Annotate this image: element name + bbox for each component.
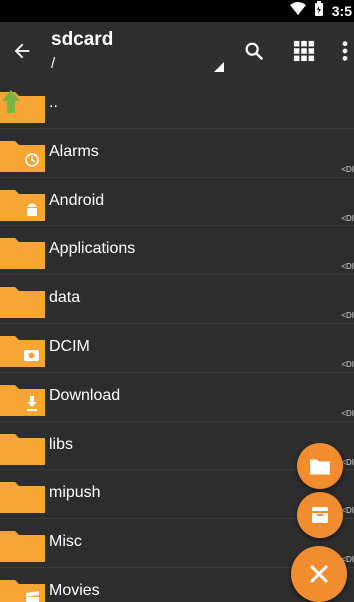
folder-title: sdcard — [51, 29, 114, 50]
back-button[interactable] — [8, 37, 36, 65]
status-bar: 3:5 — [0, 0, 354, 22]
list-item-label: Download — [49, 386, 121, 404]
new-folder-button[interactable] — [297, 443, 343, 489]
list-item[interactable]: Alarms <DI — [0, 129, 354, 178]
parent-folder-icon — [0, 90, 45, 123]
status-icons: 3:5 — [289, 0, 354, 22]
folder-icon — [0, 433, 45, 465]
folder-icon — [0, 238, 45, 270]
list-item-label: Applications — [49, 240, 136, 258]
new-archive-button[interactable] — [297, 492, 343, 538]
movie-folder-icon — [0, 579, 45, 602]
list-item-label: Alarms — [49, 142, 99, 160]
item-type-label: <DI — [341, 213, 354, 223]
path-dropdown[interactable]: / — [51, 55, 55, 72]
list-item-label: .. — [49, 94, 58, 111]
new-archive-icon — [312, 507, 328, 523]
folder-icon — [0, 482, 45, 514]
download-folder-icon — [0, 384, 45, 416]
list-item-label: Misc — [49, 533, 82, 551]
close-menu-button[interactable] — [291, 546, 347, 602]
more-options-button[interactable] — [336, 36, 354, 66]
back-arrow-icon — [14, 43, 30, 59]
close-icon — [310, 565, 328, 583]
item-type-label: <DI — [341, 506, 354, 516]
item-type-label: <DI — [341, 359, 354, 369]
grid-view-icon — [293, 40, 315, 62]
new-folder-icon — [310, 459, 330, 474]
list-item[interactable]: .. — [0, 80, 354, 129]
alarm-folder-icon — [0, 140, 45, 172]
item-type-label: <DI — [341, 457, 354, 467]
list-item-label: Movies — [49, 581, 100, 599]
grid-view-button[interactable] — [289, 36, 319, 66]
search-button[interactable] — [239, 36, 269, 66]
item-type-label: <DI — [341, 408, 354, 418]
folder-icon — [0, 531, 45, 563]
list-item-label: DCIM — [49, 337, 90, 355]
app-bar: sdcard / — [0, 22, 354, 80]
item-type-label: <DI — [341, 164, 354, 174]
android-folder-icon — [0, 189, 45, 221]
list-item[interactable]: Applications <DI — [0, 226, 354, 276]
status-time: 3:5 — [331, 3, 352, 19]
list-item[interactable]: DCIM <DI — [0, 324, 354, 373]
item-type-label: <DI — [341, 311, 354, 321]
battery-icon — [314, 0, 324, 22]
list-item[interactable]: Download <DI — [0, 373, 354, 422]
list-item-label: data — [49, 289, 81, 307]
wifi-icon — [289, 1, 306, 21]
item-type-label: <DI — [341, 262, 354, 272]
list-item-label: libs — [49, 435, 74, 453]
search-icon — [245, 42, 264, 61]
list-item[interactable]: data <DI — [0, 275, 354, 324]
list-item-label: mipush — [49, 484, 101, 502]
more-vert-icon — [342, 41, 348, 61]
camera-folder-icon — [0, 335, 45, 367]
list-item[interactable]: Android <DI — [0, 178, 354, 227]
list-item-label: Android — [49, 191, 105, 209]
folder-icon — [0, 287, 45, 319]
dropdown-triangle-icon — [214, 62, 224, 72]
